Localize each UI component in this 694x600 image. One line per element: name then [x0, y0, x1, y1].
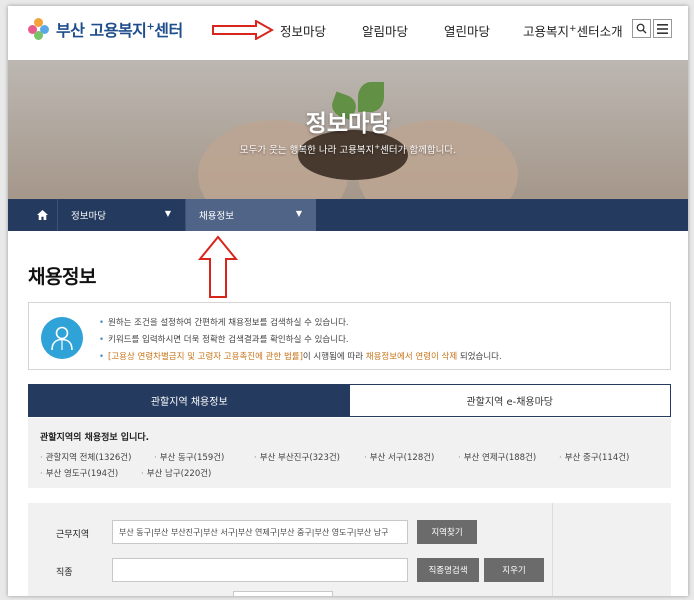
hero-subtitle: 모두가 웃는 행복한 나라 고용복지+센터가 함께합니다.: [239, 142, 457, 156]
region-item-all[interactable]: · 관할지역 전체(1326건): [40, 451, 131, 463]
notice-age-highlight: 채용정보에서 연령이 삭제: [365, 352, 458, 362]
next-field-partial[interactable]: [233, 591, 333, 596]
breadcrumb-level1[interactable]: 정보마당 ▼: [58, 199, 186, 231]
breadcrumb-home[interactable]: [28, 199, 58, 231]
nav-item-notice[interactable]: 알림마당: [362, 21, 408, 40]
hamburger-menu-icon: [657, 23, 668, 34]
job-field[interactable]: [112, 558, 408, 582]
menu-button[interactable]: [653, 19, 672, 38]
tab-e-jobs[interactable]: 관할지역 e-채용마당: [349, 385, 670, 416]
region-title: 관할지역의 채용정보 입니다.: [40, 433, 150, 443]
nav-item-open[interactable]: 열린마당: [444, 21, 490, 40]
hero-title: 정보마당: [305, 111, 391, 137]
hero-banner: 정보마당 모두가 웃는 행복한 나라 고용복지+센터가 함께합니다.: [8, 60, 688, 199]
nav-item-info[interactable]: 정보마당: [280, 21, 326, 40]
find-area-button[interactable]: 지역찾기: [417, 520, 477, 544]
site-header: 부산 고용복지+센터 정보마당 알림마당 열린마당 고용복지+센터소개: [8, 6, 688, 60]
chevron-down-icon: ▼: [164, 209, 171, 218]
tab-bar: 관할지역 채용정보 관할지역 e-채용마당: [28, 384, 671, 417]
region-item-dong[interactable]: · 부산 동구(159건): [154, 451, 224, 463]
search-button[interactable]: [632, 19, 651, 38]
nav-item-about[interactable]: 고용복지+센터소개: [523, 21, 623, 40]
job-search-button[interactable]: 직종명검색: [417, 558, 479, 582]
search-form-fields: 근무지역 부산 동구|부산 부산진구|부산 서구|부산 연제구|부산 중구|부산…: [28, 503, 553, 596]
notice-text: • 원하는 조건을 설정하여 간편하게 채용정보를 검색하실 수 있습니다. • 키…: [99, 318, 502, 362]
region-item-seo[interactable]: · 부산 서구(128건): [364, 451, 434, 463]
annotation-arrow-right-icon: [212, 20, 274, 40]
browser-page: 부산 고용복지+센터 정보마당 알림마당 열린마당 고용복지+센터소개 정보마당…: [8, 6, 688, 596]
notice-line: 원하는 조건을 설정하여 간편하게 채용정보를 검색하실 수 있습니다.: [108, 318, 349, 328]
notice-law-highlight: [고용상 연령차별금지 및 고령자 고용촉진에 관한 법률]: [108, 352, 303, 362]
clear-button[interactable]: 지우기: [484, 558, 544, 582]
search-icon: [636, 23, 647, 34]
page-title: 채용정보: [28, 266, 96, 288]
work-area-field[interactable]: 부산 동구|부산 부산진구|부산 서구|부산 연제구|부산 중구|부산 영도구|…: [112, 520, 408, 544]
user-icon: [41, 317, 83, 359]
job-label: 직종: [56, 568, 73, 578]
home-icon: [37, 210, 48, 220]
tab-local-jobs[interactable]: 관할지역 채용정보: [29, 385, 350, 416]
main-nav: 정보마당 알림마당 열린마당 고용복지+센터소개: [8, 21, 688, 41]
chevron-down-icon: ▼: [295, 209, 302, 218]
region-item-nam[interactable]: · 부산 남구(220건): [141, 467, 211, 479]
breadcrumb-level2-label: 채용정보: [199, 211, 234, 222]
breadcrumb: 정보마당 ▼ 채용정보 ▼: [8, 199, 688, 231]
region-item-yeonje[interactable]: · 부산 연제구(188건): [458, 451, 536, 463]
region-item-busanjin[interactable]: · 부산 부산진구(323건): [254, 451, 340, 463]
annotation-arrow-up-icon: [198, 235, 238, 298]
work-area-label: 근무지역: [56, 530, 90, 540]
notice-line: 키워드를 입력하시면 더욱 정확한 검색결과를 확인하실 수 있습니다.: [108, 335, 349, 345]
notice-box: • 원하는 조건을 설정하여 간편하게 채용정보를 검색하실 수 있습니다. • 키…: [28, 302, 671, 370]
region-item-yeongdo[interactable]: · 부산 영도구(194건): [40, 467, 118, 479]
region-item-jung[interactable]: · 부산 중구(114건): [559, 451, 629, 463]
search-form: 근무지역 부산 동구|부산 부산진구|부산 서구|부산 연제구|부산 중구|부산…: [28, 503, 671, 596]
breadcrumb-level1-label: 정보마당: [71, 211, 106, 222]
breadcrumb-level2[interactable]: 채용정보 ▼: [186, 199, 316, 231]
region-panel: 관할지역의 채용정보 입니다. · 관할지역 전체(1326건) · 부산 동구(1…: [28, 418, 671, 488]
